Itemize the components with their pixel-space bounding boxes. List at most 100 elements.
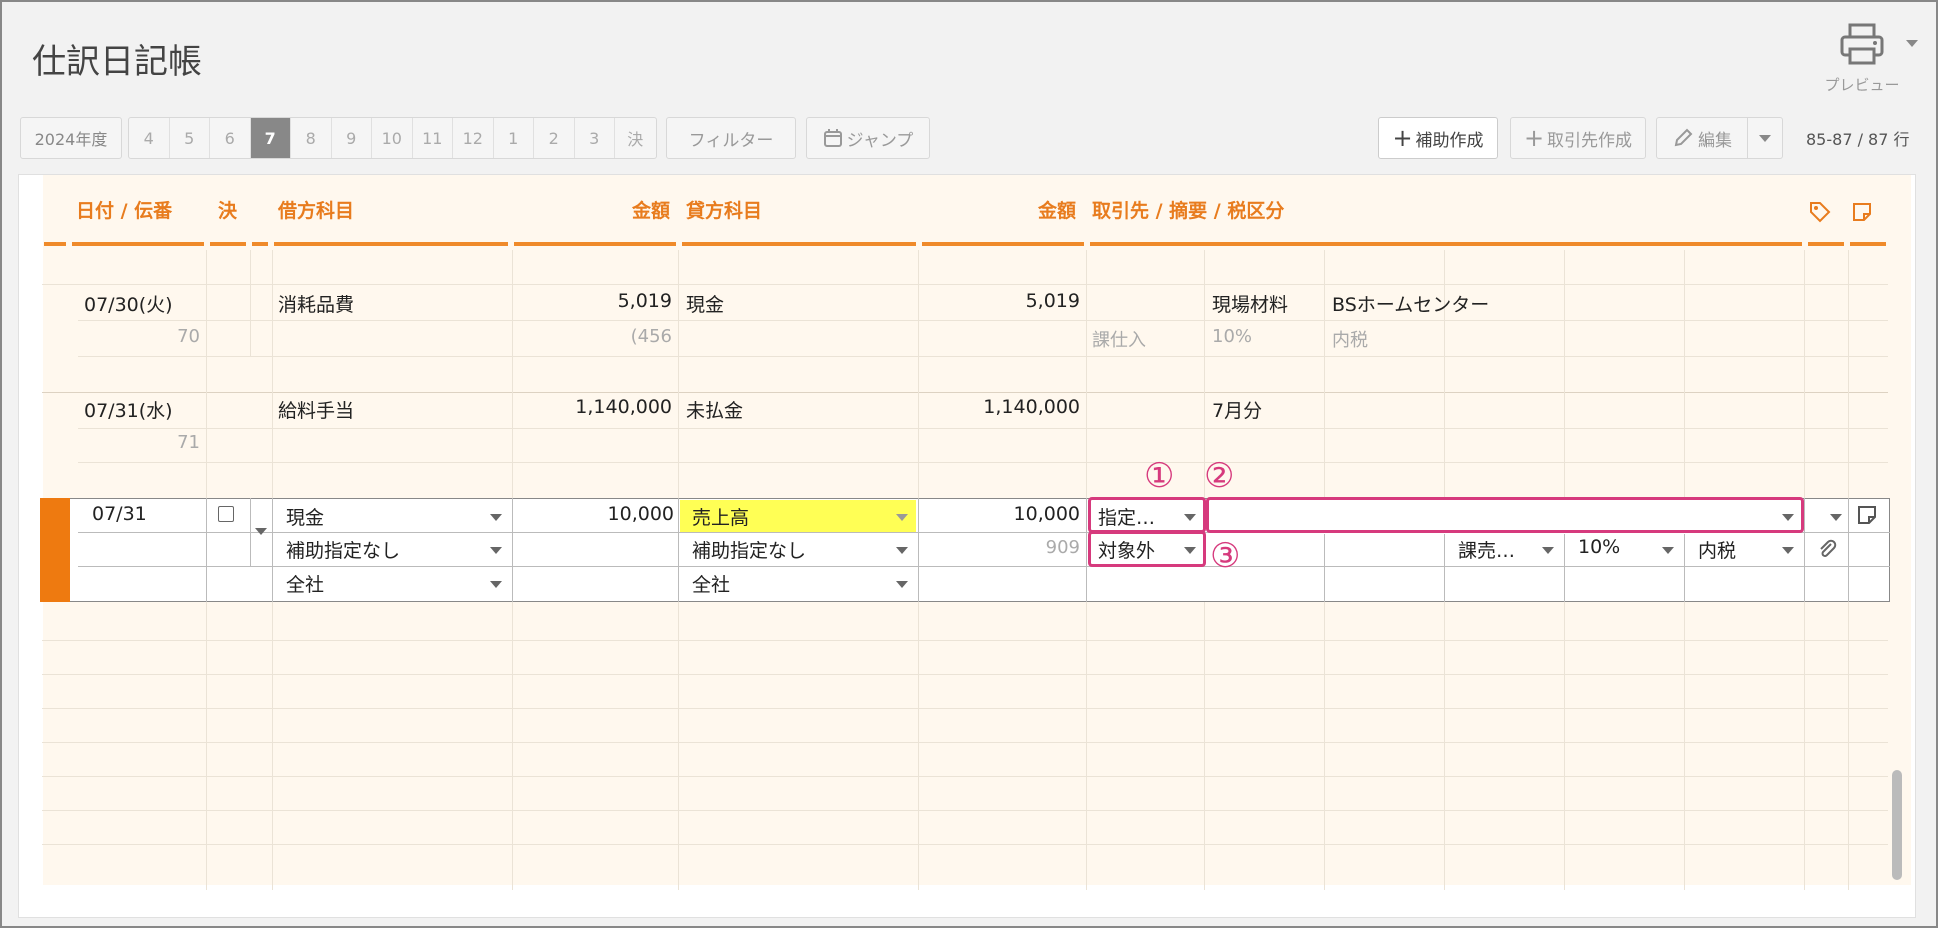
row-credit-amount[interactable]: 5,019 [926, 290, 1080, 312]
edit-button[interactable]: 編集 [1656, 117, 1748, 159]
row-date[interactable]: 07/30(火) [84, 290, 173, 317]
column-header-settle: 決 [218, 200, 238, 222]
row-debit-amount[interactable]: 5,019 [520, 290, 672, 312]
month-tab[interactable]: 5 [170, 118, 210, 158]
row-date[interactable]: 07/31(水) [84, 396, 173, 423]
chevron-down-icon[interactable] [490, 581, 502, 588]
grid-line [42, 674, 1888, 675]
credit-amount-input[interactable]: 10,000 [926, 503, 1080, 525]
debit-account-select[interactable]: 現金 [286, 503, 324, 530]
fiscal-year-button[interactable]: 2024年度 [20, 117, 122, 159]
note-icon[interactable] [1850, 200, 1874, 224]
month-tab[interactable]: 2 [534, 118, 575, 158]
client-create-button[interactable]: + 取引先作成 [1510, 117, 1646, 159]
month-tab[interactable]: 10 [372, 118, 413, 158]
settle-checkbox[interactable] [218, 506, 234, 522]
tax-rate-select[interactable]: 10% [1578, 536, 1620, 558]
sub-account-create-button[interactable]: + 補助作成 [1378, 117, 1498, 159]
grid-line [78, 320, 1888, 321]
header-underline [682, 242, 916, 246]
tax-category-select[interactable]: 課売… [1458, 536, 1515, 563]
filter-button[interactable]: フィルター [666, 117, 796, 159]
month-tab[interactable]: 9 [332, 118, 372, 158]
plus-icon: + [1392, 124, 1413, 152]
grid-line [206, 498, 207, 602]
page-title: 仕訳日記帳 [32, 42, 202, 82]
row-client[interactable]: BSホームセンター [1332, 290, 1489, 317]
grid-line [42, 284, 1888, 285]
grid-line [78, 462, 1888, 463]
annotation-marker-1: ① [1144, 456, 1175, 496]
row-credit-account[interactable]: 現金 [686, 290, 724, 317]
grid-line [1804, 498, 1805, 602]
row-voucher: 70 [177, 326, 200, 347]
row-tax-rate: 10% [1212, 326, 1253, 347]
row-memo[interactable]: 7月分 [1212, 396, 1262, 423]
debit-amount-input[interactable]: 10,000 [520, 503, 674, 525]
print-menu-caret-icon[interactable] [1906, 40, 1918, 47]
credit-dept-select[interactable]: 全社 [692, 570, 730, 597]
grid-line [678, 498, 679, 602]
debit-dept-select[interactable]: 全社 [286, 570, 324, 597]
edit-menu-button[interactable] [1747, 117, 1783, 159]
column-header-debit-account: 借方科目 [278, 200, 355, 222]
tag-icon[interactable] [1808, 200, 1832, 224]
month-tab[interactable]: 決 [615, 118, 656, 158]
note-icon[interactable] [1856, 504, 1878, 526]
annotation-marker-2: ② [1204, 456, 1235, 496]
client-create-label: 取引先作成 [1547, 130, 1633, 151]
chevron-down-icon[interactable] [1830, 514, 1842, 521]
row-memo[interactable]: 現場材料 [1212, 290, 1288, 317]
credit-tax-amount: 909 [1045, 537, 1080, 558]
grid-line [42, 810, 1888, 811]
grid-line [42, 844, 1888, 845]
month-tab[interactable]: 4 [129, 118, 170, 158]
sub-create-label: 補助作成 [1415, 130, 1484, 151]
grid-line [78, 356, 1888, 357]
header-underline [1850, 242, 1886, 246]
chevron-down-icon[interactable] [1662, 547, 1674, 554]
chevron-down-icon[interactable] [490, 547, 502, 554]
row-voucher: 71 [177, 432, 200, 453]
row-credit-amount[interactable]: 1,140,000 [926, 396, 1080, 418]
chevron-down-icon[interactable] [896, 547, 908, 554]
debit-sub-select[interactable]: 補助指定なし [286, 536, 400, 563]
grid-line [42, 708, 1888, 709]
chevron-down-icon[interactable] [255, 528, 267, 535]
month-tab[interactable]: 7 [250, 118, 291, 158]
chevron-down-icon[interactable] [896, 581, 908, 588]
month-tab[interactable]: 8 [291, 118, 332, 158]
pencil-icon [1674, 128, 1693, 147]
chevron-down-icon[interactable] [1782, 547, 1794, 554]
grid-line [78, 428, 1888, 429]
month-tab[interactable]: 1 [494, 118, 534, 158]
entry-date-input[interactable]: 07/31 [92, 503, 147, 525]
row-debit-account[interactable]: 消耗品費 [278, 290, 354, 317]
column-header-date: 日付 / 伝番 [76, 200, 173, 222]
filter-label: フィルター [688, 130, 774, 151]
chevron-down-icon[interactable] [896, 514, 908, 521]
vertical-scrollbar[interactable] [1892, 770, 1902, 880]
grid-line [250, 498, 251, 566]
row-debit-account[interactable]: 給料手当 [278, 396, 354, 423]
jump-label: ジャンプ [846, 130, 914, 151]
month-tab[interactable]: 12 [453, 118, 494, 158]
highlight-box-1 [1088, 497, 1206, 533]
chevron-down-icon[interactable] [1542, 547, 1554, 554]
chevron-down-icon [1759, 134, 1771, 142]
header-underline [210, 242, 246, 246]
jump-button[interactable]: ジャンプ [806, 117, 930, 159]
grid-line [918, 498, 919, 602]
row-credit-account[interactable]: 未払金 [686, 396, 743, 423]
paperclip-icon[interactable] [1816, 538, 1838, 560]
grid-line [1324, 534, 1325, 602]
credit-account-select[interactable]: 売上高 [692, 503, 749, 530]
month-tab[interactable]: 6 [210, 118, 251, 158]
grid-line [1848, 498, 1849, 602]
month-tab[interactable]: 3 [575, 118, 615, 158]
tax-type-select[interactable]: 内税 [1698, 536, 1736, 563]
month-tab[interactable]: 11 [413, 118, 453, 158]
chevron-down-icon[interactable] [490, 514, 502, 521]
row-debit-amount[interactable]: 1,140,000 [520, 396, 672, 418]
credit-sub-select[interactable]: 補助指定なし [692, 536, 806, 563]
